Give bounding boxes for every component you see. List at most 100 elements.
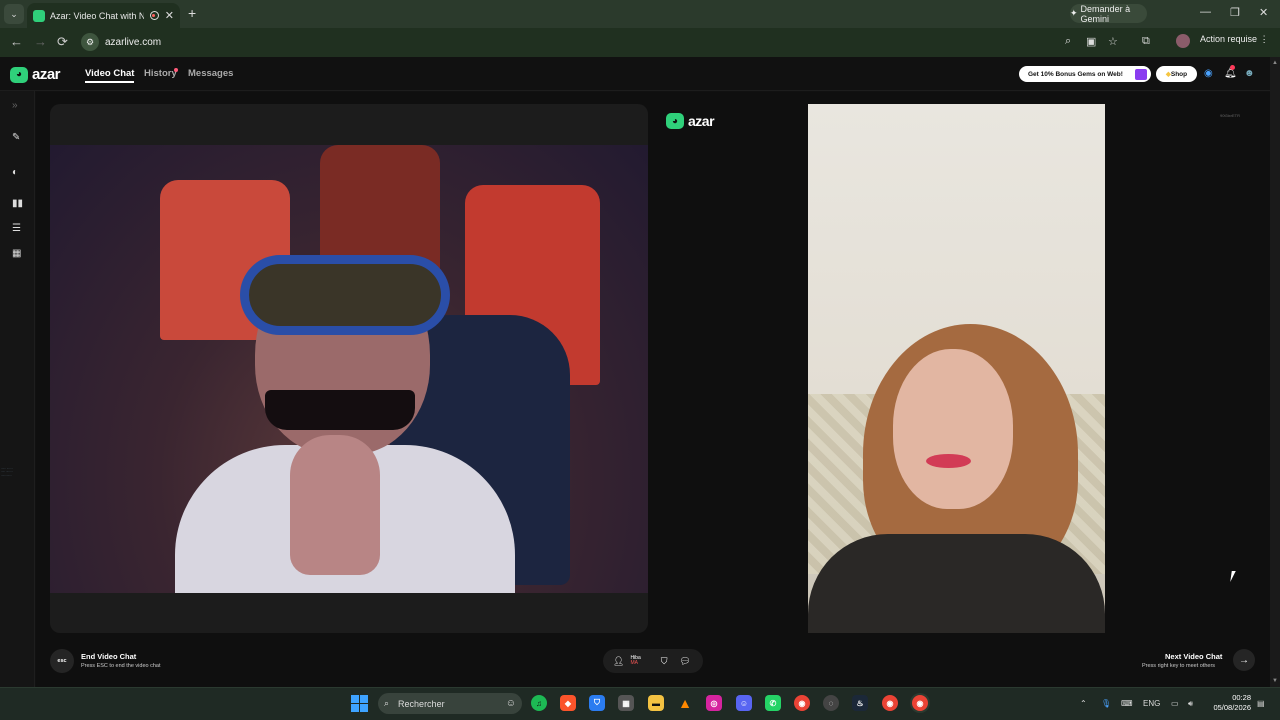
network-icon[interactable]: ▭ [1171, 699, 1179, 708]
recording-indicator-icon [149, 11, 159, 20]
restore-window-button[interactable]: ❐ [1230, 6, 1240, 19]
site-info-icon[interactable]: ⚙ [81, 33, 99, 51]
zoom-icon[interactable]: ⌕ [1065, 35, 1071, 48]
arrow-right-icon: → [1239, 654, 1249, 666]
gems-balance-icon[interactable]: ◉ [1204, 68, 1213, 79]
nav-messages[interactable]: Messages [188, 68, 233, 79]
store-icon[interactable]: ▦ [618, 695, 634, 711]
file-explorer-icon[interactable]: ▬ [648, 695, 664, 711]
instagram-icon[interactable]: ◎ [706, 695, 722, 711]
action-required-label: Action requise [1200, 34, 1258, 44]
report-icon[interactable]: ⛉ [661, 656, 668, 667]
azar-logo-text: azar [32, 66, 61, 83]
vlc-icon[interactable]: ▲ [677, 695, 693, 711]
notification-badge [1230, 65, 1235, 70]
forward-button[interactable]: → [34, 34, 47, 49]
more-menu-icon: ⋮ [1259, 34, 1269, 44]
left-toolbar [0, 91, 35, 687]
start-menu-button[interactable] [351, 695, 368, 712]
volume-icon[interactable]: 🔊︎ [1188, 699, 1193, 709]
filter-icon[interactable]: ◐ [12, 167, 18, 178]
layout-grid-icon[interactable]: ▦ [12, 248, 21, 259]
close-tab-button[interactable]: ✕ [165, 9, 174, 22]
partner-lips [926, 454, 971, 468]
windows-taskbar [0, 687, 1280, 720]
overlay-debug-log: ······ ····· ·· ····· ······ ·· ········… [1, 467, 14, 477]
tab-search-button[interactable]: ⌄ [4, 4, 24, 24]
taskbar-clock[interactable]: 00:28 05/08/2026 [1208, 693, 1251, 713]
person-hand [290, 435, 380, 575]
partner-info[interactable]: Hiba MA [630, 655, 640, 667]
next-chat-button[interactable]: → [1233, 649, 1255, 671]
language-indicator[interactable]: ENG [1143, 699, 1160, 708]
gift-icon [1134, 68, 1147, 80]
partner-profile-icon[interactable]: 👤︎ [613, 656, 624, 667]
page-scrollbar[interactable] [1270, 57, 1280, 687]
bookmark-star-icon[interactable]: ☆ [1108, 35, 1118, 48]
steam-icon[interactable]: ♨ [852, 695, 868, 711]
whatsapp-icon[interactable]: ✆ [765, 695, 781, 711]
taskbar-search[interactable]: ⌕ Rechercher ☺ [378, 693, 522, 714]
cast-icon[interactable]: ▣ [1086, 35, 1096, 48]
tab-title: Azar: Video Chat with New [50, 10, 144, 21]
address-bar[interactable]: ⚙ azarlive.com [81, 32, 1131, 52]
partner-id-tag: 90t3ixrETR [1220, 113, 1241, 118]
gemini-button[interactable]: ✦ Demander à Gemini [1070, 3, 1147, 24]
close-window-button[interactable]: ✕ [1259, 6, 1268, 19]
magic-wand-icon[interactable]: ✎ [12, 132, 20, 143]
action-required-button[interactable]: Action requise ⋮ [1200, 34, 1269, 45]
history-notification-dot [174, 68, 178, 72]
browser-tab[interactable]: Azar: Video Chat with New ✕ [27, 3, 180, 28]
scroll-up-arrow-icon[interactable]: ▲ [1272, 60, 1278, 66]
notification-center-icon[interactable]: ▤ [1257, 699, 1265, 708]
search-placeholder: Rechercher [398, 698, 445, 709]
security-shield-icon[interactable]: ⛉ [589, 695, 605, 711]
azar-logo-icon: ◕ [10, 66, 28, 83]
spotify-icon[interactable]: ♫ [531, 695, 547, 711]
ski-goggles [240, 255, 450, 335]
nav-history[interactable]: History [144, 68, 177, 79]
user-avatar-icon[interactable]: ☻ [1244, 68, 1255, 79]
stage-azar-logo: ◕ azar [666, 113, 715, 129]
azar-logo[interactable]: ◕ azar [10, 66, 61, 83]
stage-azar-logo-icon: ◕ [666, 113, 684, 129]
tray-chevron-icon[interactable]: ⌃ [1080, 699, 1087, 708]
chrome-profile-icon[interactable]: ◉ [882, 695, 898, 711]
chat-bubble-icon[interactable]: 💬︎ [680, 656, 691, 667]
my-camera-video [50, 145, 648, 593]
clock-date: 05/08/2026 [1213, 702, 1251, 712]
end-chat-button[interactable]: esc [50, 649, 74, 673]
shop-button[interactable]: ◆ Shop [1156, 66, 1197, 82]
brave-icon[interactable]: ◆ [560, 695, 576, 711]
shop-label: Shop [1170, 70, 1188, 78]
clock-time: 00:28 [1232, 693, 1251, 702]
partner-face [893, 349, 1013, 509]
extensions-icon[interactable]: ⧉ [1142, 35, 1150, 48]
next-chat-hint: Press right key to meet others [1142, 663, 1216, 669]
layout-stacked-icon[interactable]: ☰ [12, 223, 21, 234]
bonus-gems-label: Get 10% Bonus Gems on Web! [1028, 70, 1123, 78]
obs-icon[interactable]: ◌ [823, 695, 839, 711]
minimize-window-button[interactable]: — [1200, 6, 1211, 18]
gemini-button-label: Demander à Gemini [1080, 3, 1131, 24]
end-chat-title: End Video Chat [81, 652, 137, 661]
url-text: azarlive.com [105, 36, 162, 48]
esc-key-label: esc [57, 658, 67, 664]
layout-side-by-side-icon[interactable]: ▮▮ [12, 198, 23, 209]
bonus-gems-button[interactable]: Get 10% Bonus Gems on Web! [1019, 66, 1151, 82]
reload-button[interactable]: ⟳ [57, 34, 68, 50]
new-tab-button[interactable]: + [188, 5, 196, 21]
discord-icon[interactable]: ☺ [736, 695, 752, 711]
back-button[interactable]: ← [10, 34, 23, 49]
expand-sidebar-icon[interactable]: » [12, 100, 18, 111]
sunglasses [265, 390, 415, 430]
microphone-icon[interactable]: 🎙︎ [1101, 699, 1111, 708]
keyboard-icon[interactable]: ⌨ [1121, 699, 1133, 708]
scroll-down-arrow-icon[interactable]: ▼ [1272, 678, 1278, 684]
profile-avatar[interactable] [1176, 34, 1190, 48]
chrome-icon[interactable]: ◉ [794, 695, 810, 711]
nav-video-chat[interactable]: Video Chat [85, 68, 135, 83]
partner-country: MA [630, 660, 638, 666]
partner-video [808, 104, 1105, 633]
chrome-active-icon[interactable]: ◉ [912, 695, 928, 711]
